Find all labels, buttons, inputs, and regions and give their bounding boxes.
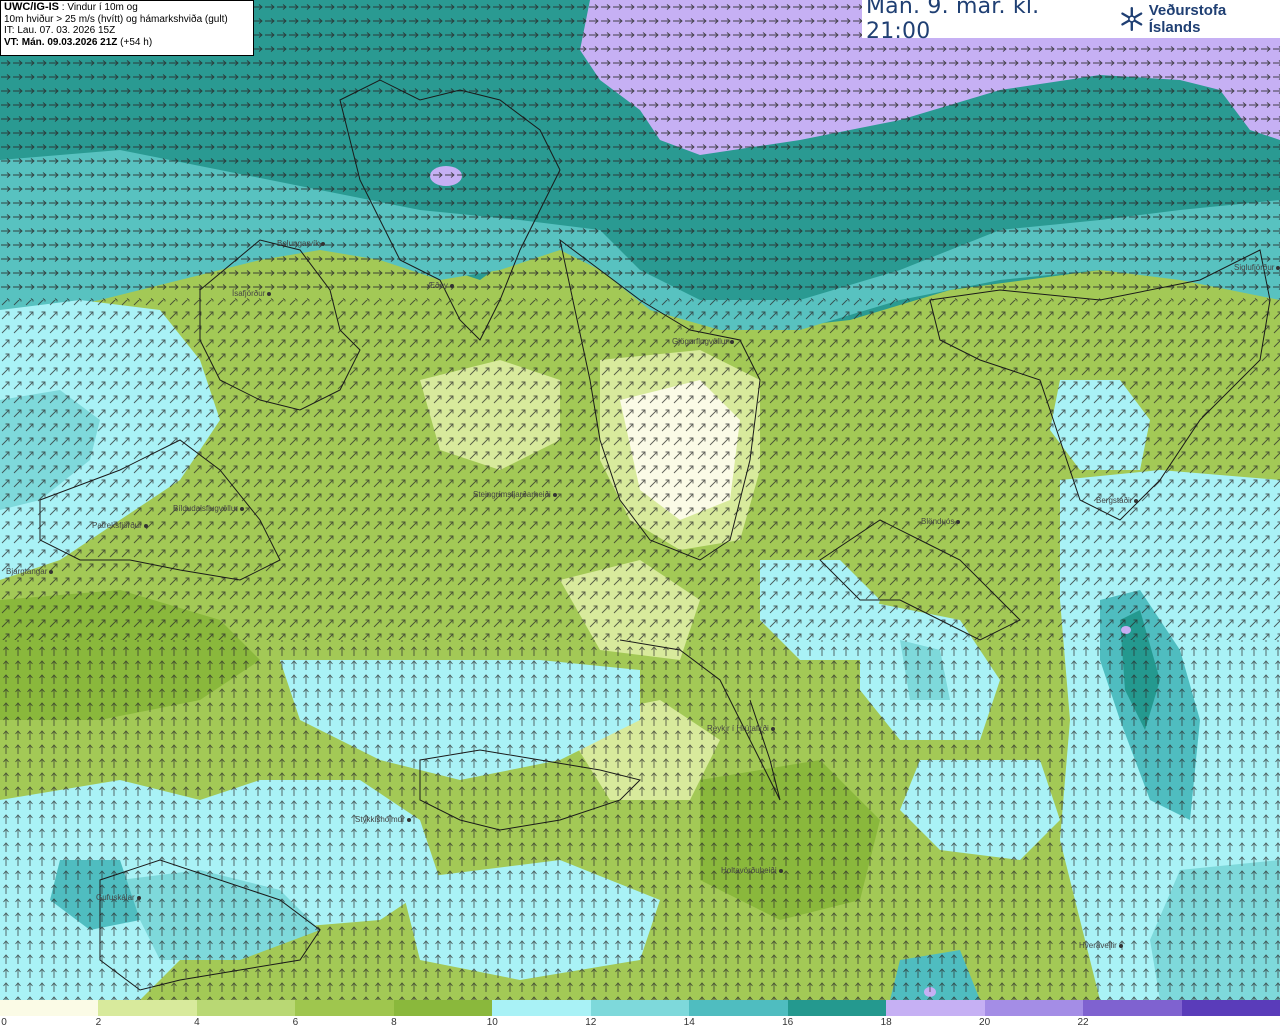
place-label: Patreksfjörður [92,521,148,530]
place-label: Gufuskálar [96,893,141,902]
legend-tick-label: 18 [880,1017,892,1028]
place-label: Bolungarvík [277,239,326,248]
legend-swatch [689,1000,789,1016]
legend-tick-label: 2 [95,1017,102,1028]
wind-map [0,0,1280,1000]
model-name: UWC/IG-IS [4,1,59,13]
legend-swatch [886,1000,986,1016]
place-label: Gjögurflugvöllur [672,337,735,346]
info-line-initial-time: IT: Lau. 07. 03. 2026 15Z [4,25,116,36]
map-info-box: UWC/IG-IS : Vindur í 10m og 10m hviður >… [0,0,254,56]
legend-tick-label: 4 [194,1017,200,1028]
legend-tick-label: 12 [585,1017,597,1028]
legend-tick-label: 16 [782,1017,794,1028]
legend-swatch [1083,1000,1183,1016]
place-label: Bíldudalsflugvöllur [173,504,244,513]
place-label: Steingrímsfjarðarheiði [473,490,557,499]
forecast-time-label: Mán. 9. mar. kl. 21:00 [866,0,1040,44]
legend-swatch [0,1000,99,1016]
legend-tick-label: 20 [979,1017,991,1028]
place-label: Stykkishólmur [355,815,411,824]
legend-tick-label: 14 [683,1017,695,1028]
legend-swatch [590,1000,690,1016]
place-label: Blönduós [921,517,961,526]
wind-speed-legend: 0 2 4 6 8 10 12 14 16 18 20 22 [0,1000,1280,1030]
legend-swatch [787,1000,887,1016]
legend-swatch [393,1000,493,1016]
info-valid-time: VT: Mán. 09.03.2026 21Z [4,36,118,48]
legend-swatch [295,1000,395,1016]
legend-swatch [98,1000,198,1016]
legend-swatch [1181,1000,1280,1016]
info-forecast-offset: (+54 h) [117,36,153,48]
brand-header: Mán. 9. mar. kl. 21:00 Veðurstofa Ísland… [862,0,1280,44]
snowflake-logo-icon [1121,6,1143,32]
legend-tick-label: 22 [1077,1017,1089,1028]
legend-tick-label: 10 [486,1017,498,1028]
model-description: : Vindur í 10m og [59,2,138,13]
place-label: Reykir í Hrútafirði [707,724,775,733]
legend-swatch [492,1000,592,1016]
place-label: Ísafjörður [232,289,272,298]
place-label: Bjargtangar [6,567,54,576]
place-label: Siglufjörður [1234,263,1280,272]
legend-tick-label: 0 [1,1017,7,1028]
legend-swatch [196,1000,296,1016]
place-label: Hveravellir [1079,941,1123,950]
place-label: Æðey [427,281,454,290]
place-label: Holtavörðuheiði [721,866,783,875]
brand-name: Veðurstofa Íslands [1148,2,1227,36]
info-line-gusts: 10m hviður > 25 m/s (hvítt) og hámarkshv… [4,13,228,25]
legend-tick-label: 6 [292,1017,299,1028]
place-label: Bergstaðir [1096,496,1139,505]
legend-swatch [984,1000,1084,1016]
legend-tick-label: 8 [391,1017,397,1028]
